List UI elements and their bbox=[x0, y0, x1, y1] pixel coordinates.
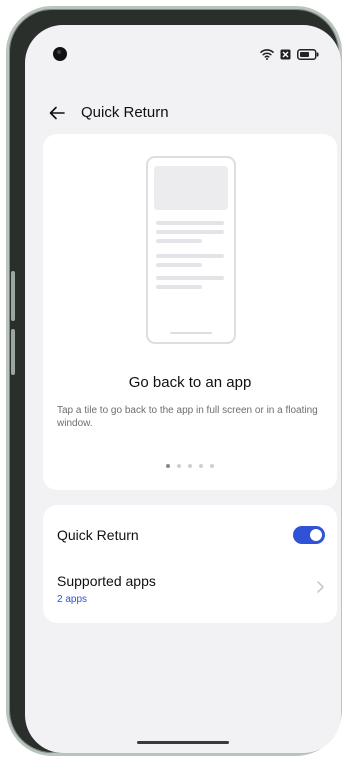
quick-return-toggle[interactable] bbox=[293, 526, 325, 544]
intro-description: Tap a tile to go back to the app in full… bbox=[57, 405, 318, 429]
chevron-right-icon bbox=[317, 581, 324, 593]
page-indicator[interactable] bbox=[43, 464, 337, 468]
status-icons bbox=[260, 47, 319, 61]
supported-apps-label: Supported apps bbox=[57, 573, 156, 589]
quick-return-label: Quick Return bbox=[57, 527, 139, 543]
supported-apps-row[interactable]: Supported apps 2 apps bbox=[57, 567, 325, 613]
battery-icon bbox=[297, 48, 319, 60]
page-dot[interactable] bbox=[210, 464, 214, 468]
page-dot[interactable] bbox=[199, 464, 203, 468]
home-indicator[interactable] bbox=[137, 741, 229, 744]
settings-card: Quick Return Supported apps 2 apps bbox=[43, 505, 337, 623]
volume-button bbox=[11, 271, 15, 321]
power-button bbox=[11, 329, 15, 375]
toggle-knob bbox=[310, 529, 322, 541]
sim-icon bbox=[280, 49, 291, 59]
camera-cutout bbox=[53, 47, 67, 61]
phone-illustration bbox=[146, 156, 236, 344]
intro-card[interactable]: Go back to an app Tap a tile to go back … bbox=[43, 134, 337, 490]
wifi-icon bbox=[260, 49, 274, 60]
quick-return-row[interactable]: Quick Return bbox=[57, 517, 325, 551]
page-dot[interactable] bbox=[177, 464, 181, 468]
screen: Quick Return Go back to an app Tap a til… bbox=[25, 25, 341, 753]
page-dot[interactable] bbox=[166, 464, 170, 468]
phone-frame: Quick Return Go back to an app Tap a til… bbox=[6, 6, 342, 756]
back-button[interactable] bbox=[45, 101, 69, 125]
intro-heading: Go back to an app bbox=[128, 374, 252, 391]
page-title: Quick Return bbox=[81, 104, 169, 121]
back-arrow-icon bbox=[49, 106, 65, 120]
page-dot[interactable] bbox=[188, 464, 192, 468]
status-bar bbox=[25, 25, 341, 77]
app-bar: Quick Return bbox=[25, 93, 341, 133]
supported-apps-count: 2 apps bbox=[57, 594, 88, 605]
